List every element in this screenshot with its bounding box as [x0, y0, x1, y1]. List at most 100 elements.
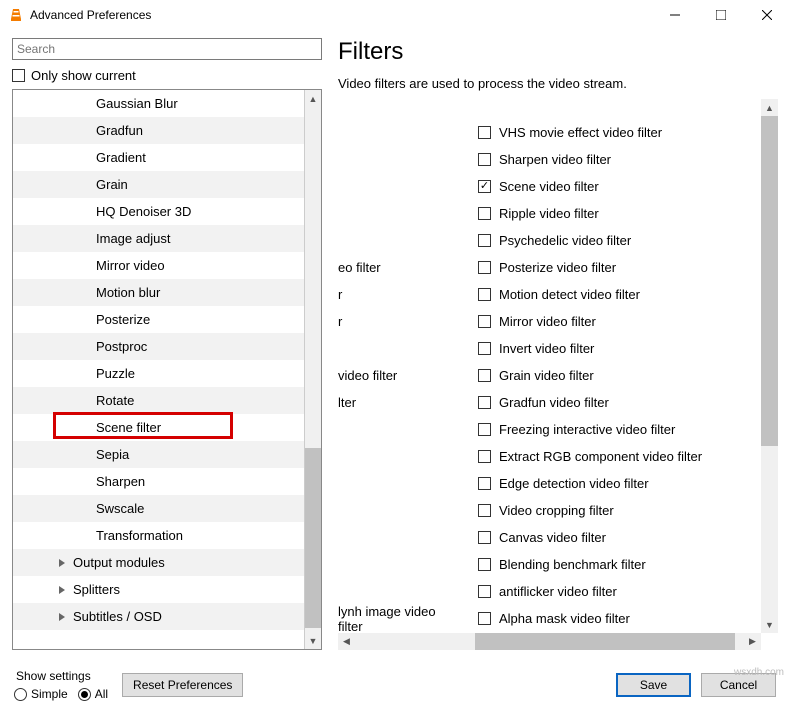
scroll-thumb[interactable] — [475, 633, 735, 650]
tree-item[interactable]: Transformation — [13, 522, 321, 549]
filter-check[interactable]: Invert video filter — [478, 335, 702, 362]
tree-item[interactable]: Swscale — [13, 495, 321, 522]
tree-item[interactable]: Output modules — [13, 549, 321, 576]
tree-scrollbar-vertical[interactable]: ▲ ▼ — [304, 90, 321, 649]
filter-check[interactable]: Ripple video filter — [478, 200, 702, 227]
maximize-button[interactable] — [698, 0, 744, 30]
tree-item-label: Postproc — [96, 339, 147, 354]
filter-check-label: Edge detection video filter — [499, 476, 649, 491]
tree-item[interactable]: Gaussian Blur — [13, 90, 321, 117]
filter-check[interactable]: Extract RGB component video filter — [478, 443, 702, 470]
filter-check[interactable]: Motion detect video filter — [478, 281, 702, 308]
clipped-label — [338, 497, 448, 524]
checkbox-icon — [478, 585, 491, 598]
filter-check[interactable]: VHS movie effect video filter — [478, 119, 702, 146]
show-settings-label: Show settings — [16, 669, 108, 683]
tree-item[interactable]: Postproc — [13, 333, 321, 360]
filter-check-label: Gradfun video filter — [499, 395, 609, 410]
filter-check[interactable]: Gradfun video filter — [478, 389, 702, 416]
tree-item[interactable]: Motion blur — [13, 279, 321, 306]
tree-item[interactable]: Scene filter — [13, 414, 321, 441]
filter-check[interactable]: Canvas video filter — [478, 524, 702, 551]
chevron-right-icon — [57, 558, 69, 568]
checkbox-icon — [478, 234, 491, 247]
filter-check-label: Scene video filter — [499, 179, 599, 194]
tree-item-label: Puzzle — [96, 366, 135, 381]
filter-check[interactable]: Blending benchmark filter — [478, 551, 702, 578]
filter-check-label: VHS movie effect video filter — [499, 125, 662, 140]
filter-check[interactable]: Mirror video filter — [478, 308, 702, 335]
filter-check[interactable]: Sharpen video filter — [478, 146, 702, 173]
filters-scrollbar-horizontal[interactable]: ◀ ▶ — [338, 633, 761, 650]
tree-item-label: Image adjust — [96, 231, 170, 246]
tree-item[interactable]: Puzzle — [13, 360, 321, 387]
tree-item[interactable]: Sharpen — [13, 468, 321, 495]
tree-item-label: Grain — [96, 177, 128, 192]
reset-preferences-button[interactable]: Reset Preferences — [122, 673, 243, 697]
tree-item[interactable]: Subtitles / OSD — [13, 603, 321, 630]
tree-item[interactable]: Sepia — [13, 441, 321, 468]
radio-icon — [14, 688, 27, 701]
filter-check[interactable]: Psychedelic video filter — [478, 227, 702, 254]
checkbox-icon — [478, 504, 491, 517]
scroll-thumb[interactable] — [305, 448, 321, 628]
scroll-down-icon[interactable]: ▼ — [305, 632, 321, 649]
scroll-left-icon[interactable]: ◀ — [338, 636, 355, 647]
clipped-label: r — [338, 308, 448, 335]
tree-item[interactable]: Posterize — [13, 306, 321, 333]
scroll-up-icon[interactable]: ▲ — [761, 99, 778, 116]
checkbox-icon — [478, 558, 491, 571]
tree-item[interactable]: Grain — [13, 171, 321, 198]
save-button[interactable]: Save — [616, 673, 691, 697]
clipped-label: video filter — [338, 362, 448, 389]
chevron-right-icon — [57, 612, 69, 622]
tree-item[interactable]: HQ Denoiser 3D — [13, 198, 321, 225]
filters-panel: eo filterrrvideo filterlterlynh image vi… — [338, 99, 778, 650]
scroll-thumb[interactable] — [761, 116, 778, 446]
radio-all[interactable]: All — [78, 687, 108, 701]
tree-item-label: Gradient — [96, 150, 146, 165]
tree-item[interactable]: Image adjust — [13, 225, 321, 252]
tree-item[interactable]: Gradfun — [13, 117, 321, 144]
scroll-right-icon[interactable]: ▶ — [744, 636, 761, 647]
radio-simple[interactable]: Simple — [14, 687, 68, 701]
scroll-down-icon[interactable]: ▼ — [761, 616, 778, 633]
tree-item[interactable]: Rotate — [13, 387, 321, 414]
filters-scrollbar-vertical[interactable]: ▲ ▼ — [761, 99, 778, 633]
page-title: Filters — [338, 38, 778, 66]
clipped-label — [338, 578, 448, 605]
tree-item-label: Motion blur — [96, 285, 160, 300]
filter-check[interactable]: Grain video filter — [478, 362, 702, 389]
filter-check[interactable]: Edge detection video filter — [478, 470, 702, 497]
tree-item[interactable]: Gradient — [13, 144, 321, 171]
filter-check[interactable]: Freezing interactive video filter — [478, 416, 702, 443]
checkbox-icon — [12, 69, 25, 82]
filter-check[interactable]: Scene video filter — [478, 173, 702, 200]
scroll-up-icon[interactable]: ▲ — [305, 90, 321, 107]
filter-check-label: Freezing interactive video filter — [499, 422, 675, 437]
only-show-current-label: Only show current — [31, 68, 136, 83]
filter-check-label: Invert video filter — [499, 341, 594, 356]
filter-check-label: Blending benchmark filter — [499, 557, 646, 572]
checkbox-icon — [478, 450, 491, 463]
filter-check[interactable]: Posterize video filter — [478, 254, 702, 281]
close-button[interactable] — [744, 0, 790, 30]
page-description: Video filters are used to process the vi… — [338, 76, 778, 91]
filter-check-label: Canvas video filter — [499, 530, 606, 545]
minimize-button[interactable] — [652, 0, 698, 30]
filter-check-label: Video cropping filter — [499, 503, 614, 518]
titlebar: Advanced Preferences — [0, 0, 790, 30]
tree-item[interactable]: Mirror video — [13, 252, 321, 279]
search-input[interactable] — [12, 38, 322, 60]
tree-item[interactable]: Splitters — [13, 576, 321, 603]
filter-check[interactable]: Video cropping filter — [478, 497, 702, 524]
filter-check[interactable]: Alpha mask video filter — [478, 605, 702, 632]
only-show-current[interactable]: Only show current — [12, 68, 322, 83]
checkbox-icon — [478, 477, 491, 490]
tree-item-label: Sepia — [96, 447, 129, 462]
tree-item-label: Transformation — [96, 528, 183, 543]
filter-check-label: Grain video filter — [499, 368, 594, 383]
clipped-label: lter — [338, 389, 448, 416]
checkbox-icon — [478, 126, 491, 139]
filter-check[interactable]: antiflicker video filter — [478, 578, 702, 605]
